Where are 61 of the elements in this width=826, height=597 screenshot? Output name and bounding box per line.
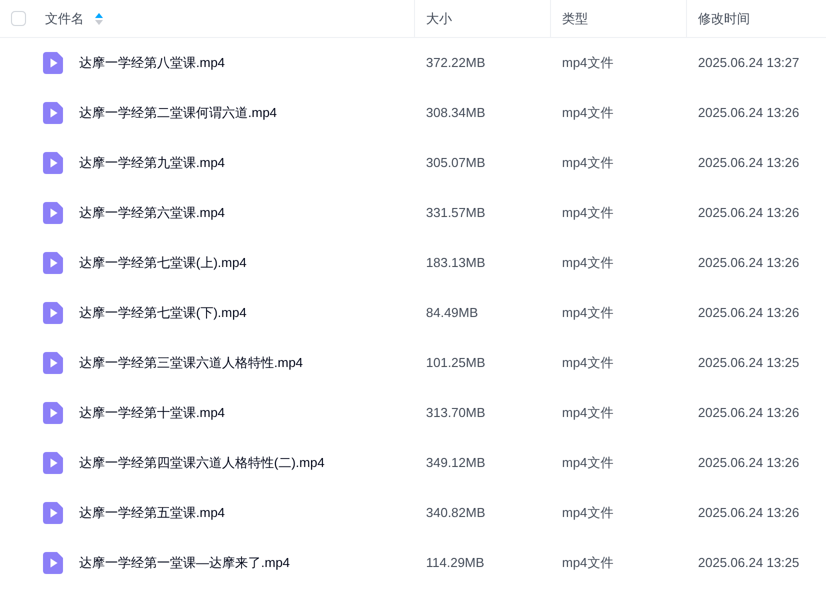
file-size: 313.70MB <box>426 405 486 420</box>
file-name[interactable]: 达摩一学经第五堂课.mp4 <box>79 503 225 523</box>
file-size: 305.07MB <box>426 155 486 170</box>
modified-time: 2025.06.24 13:26 <box>698 505 800 520</box>
file-type: mp4文件 <box>562 205 614 220</box>
file-size: 84.49MB <box>426 305 478 320</box>
file-type: mp4文件 <box>562 455 614 470</box>
modified-time: 2025.06.24 13:25 <box>698 355 800 370</box>
file-name[interactable]: 达摩一学经第三堂课六道人格特性.mp4 <box>79 353 303 373</box>
file-type: mp4文件 <box>562 55 614 70</box>
file-type: mp4文件 <box>562 555 614 570</box>
file-name[interactable]: 达摩一学经第一堂课—达摩来了.mp4 <box>79 553 290 573</box>
modified-time: 2025.06.24 13:26 <box>698 405 800 420</box>
modified-time: 2025.06.24 13:25 <box>698 555 800 570</box>
column-header[interactable]: 类型 <box>562 8 588 28</box>
file-size: 101.25MB <box>426 355 486 370</box>
file-type: mp4文件 <box>562 305 614 320</box>
file-name[interactable]: 达摩一学经第二堂课何谓六道.mp4 <box>79 103 277 123</box>
file-name[interactable]: 达摩一学经第七堂课(下).mp4 <box>79 303 247 323</box>
file-size: 308.34MB <box>426 105 486 120</box>
file-size: 183.13MB <box>426 255 486 270</box>
modified-time: 2025.06.24 13:26 <box>698 255 800 270</box>
column-header[interactable]: 修改时间 <box>698 8 750 28</box>
modified-time: 2025.06.24 13:27 <box>698 55 800 70</box>
file-name[interactable]: 达摩一学经第七堂课(上).mp4 <box>79 253 247 273</box>
modified-time: 2025.06.24 13:26 <box>698 105 800 120</box>
file-size: 372.22MB <box>426 55 486 70</box>
modified-time: 2025.06.24 13:26 <box>698 205 800 220</box>
file-type: mp4文件 <box>562 155 614 170</box>
video-file-icon <box>43 452 63 474</box>
video-file-icon <box>43 202 63 224</box>
modified-time: 2025.06.24 13:26 <box>698 455 800 470</box>
file-size: 349.12MB <box>426 455 486 470</box>
video-file-icon <box>43 52 63 74</box>
video-file-icon <box>43 102 63 124</box>
file-size: 331.57MB <box>426 205 486 220</box>
file-name[interactable]: 达摩一学经第四堂课六道人格特性(二).mp4 <box>79 453 325 473</box>
video-file-icon <box>43 502 63 524</box>
video-file-icon <box>43 252 63 274</box>
video-file-icon <box>43 352 63 374</box>
file-type: mp4文件 <box>562 505 614 520</box>
column-header[interactable]: 文件名 <box>45 8 84 28</box>
select-all-checkbox[interactable] <box>11 11 26 26</box>
file-name[interactable]: 达摩一学经第九堂课.mp4 <box>79 153 225 173</box>
file-type: mp4文件 <box>562 405 614 420</box>
column-header[interactable]: 大小 <box>426 8 452 28</box>
file-name[interactable]: 达摩一学经第六堂课.mp4 <box>79 203 225 223</box>
file-name[interactable]: 达摩一学经第十堂课.mp4 <box>79 403 225 423</box>
file-size: 114.29MB <box>426 555 484 570</box>
file-type: mp4文件 <box>562 255 614 270</box>
file-name[interactable]: 达摩一学经第八堂课.mp4 <box>79 53 225 73</box>
video-file-icon <box>43 302 63 324</box>
modified-time: 2025.06.24 13:26 <box>698 305 800 320</box>
modified-time: 2025.06.24 13:26 <box>698 155 800 170</box>
video-file-icon <box>43 402 63 424</box>
video-file-icon <box>43 552 63 574</box>
file-type: mp4文件 <box>562 105 614 120</box>
video-file-icon <box>43 152 63 174</box>
file-type: mp4文件 <box>562 355 614 370</box>
sort-icon[interactable] <box>95 12 103 24</box>
file-size: 340.82MB <box>426 505 486 520</box>
